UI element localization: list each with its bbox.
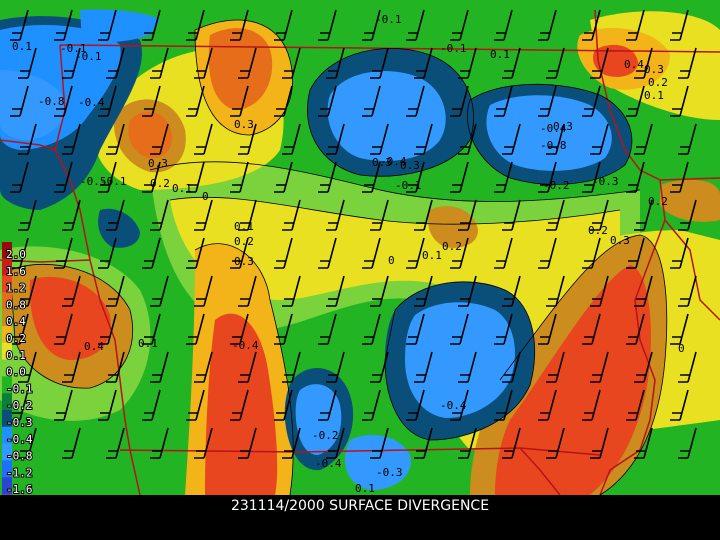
contour-label: 0.1 bbox=[644, 89, 664, 102]
contour-label: -0.8 bbox=[540, 139, 567, 152]
contour-label: 0 bbox=[202, 190, 209, 203]
legend-label: -1.6 bbox=[6, 483, 33, 495]
contour-label: 0.1 bbox=[422, 249, 442, 262]
contour-label: 0.4 bbox=[624, 58, 644, 71]
contour-label: -0.2 bbox=[543, 179, 570, 192]
contour-label: 0.2 bbox=[588, 224, 608, 237]
contour-label: -0.1 bbox=[395, 179, 422, 192]
contour-label: 0.3 bbox=[610, 234, 630, 247]
contour-label: 0.1 bbox=[234, 220, 254, 233]
contour-label: -0.4 bbox=[440, 399, 467, 412]
contour-label: -0.3 bbox=[376, 466, 403, 479]
divergence-map: -0.1 -0.1 0.1 -0.1 -0.1 0.1 0.4 0.3 0.2 … bbox=[0, 0, 720, 495]
contour-label: -0.1 bbox=[75, 50, 102, 63]
contour-label: 0.1 bbox=[355, 482, 375, 495]
map-caption: 231114/2000 SURFACE DIVERGENCE bbox=[230, 498, 490, 514]
contour-label: -0.4 bbox=[78, 96, 105, 109]
contour-label: 0 bbox=[388, 254, 395, 267]
contour-label: 0.3 bbox=[234, 118, 254, 131]
contour-label: -0.3 bbox=[592, 175, 619, 188]
contour-label: 0.1 bbox=[138, 337, 158, 350]
contour-label: 0.3 bbox=[148, 157, 168, 170]
contour-label: -0.1 bbox=[375, 13, 402, 26]
contour-label: 0.2 bbox=[234, 235, 254, 248]
contour-label: -0.4 bbox=[232, 339, 259, 352]
contour-label: 0.3 bbox=[644, 63, 664, 76]
contour-label: -0.4 bbox=[315, 457, 342, 470]
contour-label: 0.1 bbox=[490, 48, 510, 61]
legend-swatch bbox=[2, 494, 12, 495]
contour-label: 0 bbox=[678, 342, 685, 355]
contour-label: -0.1 bbox=[440, 42, 467, 55]
contour-label: 0.2 bbox=[442, 240, 462, 253]
field-north-blue bbox=[327, 71, 446, 161]
contour-label: -0.1 bbox=[100, 175, 127, 188]
contour-label: -0.2 bbox=[312, 429, 339, 442]
contour-label: 0.3 bbox=[234, 255, 254, 268]
contour-label: 0.1 bbox=[172, 182, 192, 195]
contour-label: 0.2 bbox=[150, 177, 170, 190]
contour-label: 0.3 bbox=[553, 120, 573, 133]
contour-label: 0.3 bbox=[400, 159, 420, 172]
contour-label: -0.8 bbox=[38, 95, 65, 108]
contour-label: 0.2 bbox=[648, 195, 668, 208]
contour-label: 0.1 bbox=[12, 40, 32, 53]
contour-label: 0.2 bbox=[648, 76, 668, 89]
contour-label: 0.4 bbox=[84, 340, 104, 353]
